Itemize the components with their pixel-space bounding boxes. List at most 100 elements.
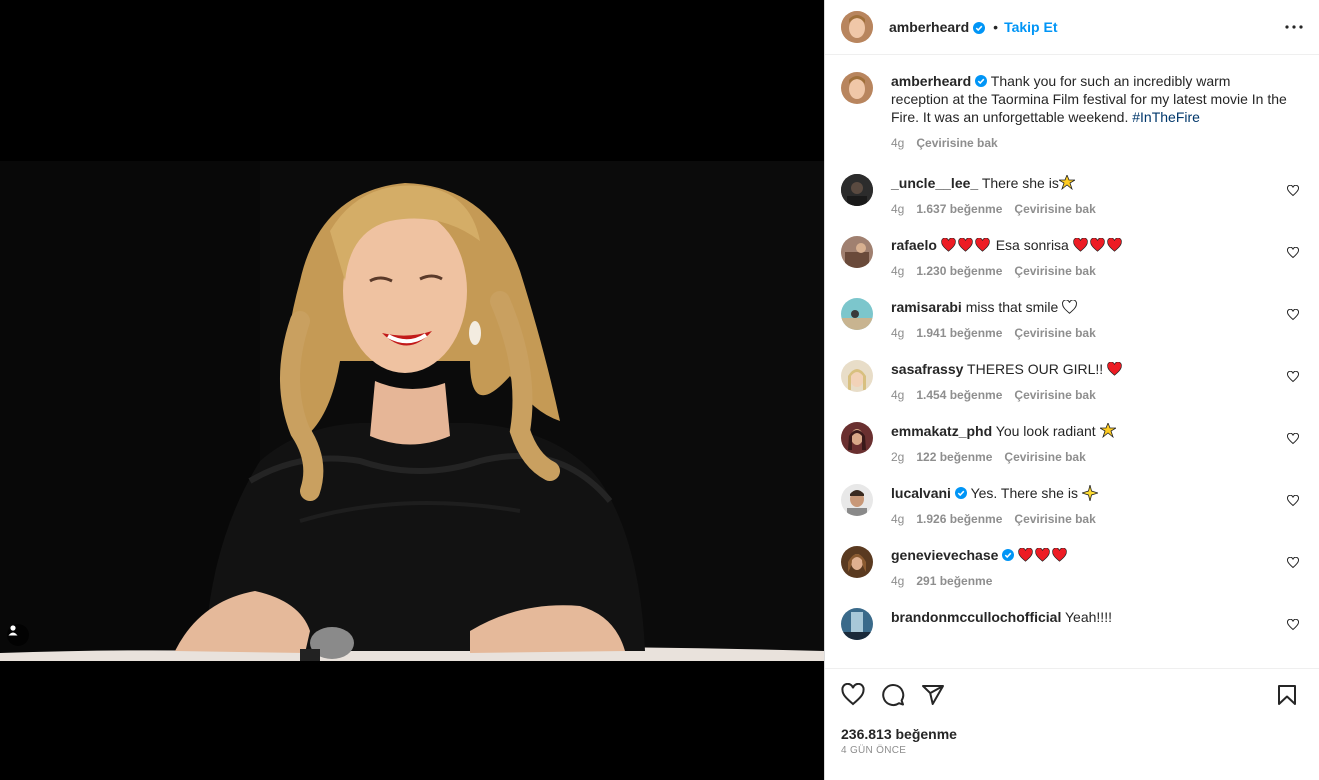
comment-item: _uncle__lee_ There she is 4g 1.637 beğenm… xyxy=(841,173,1303,218)
comment-text: THERES OUR GIRL!! xyxy=(967,361,1104,377)
comment-translate[interactable]: Çevirisine bak xyxy=(1014,386,1095,404)
comment-item: genevievechase 4g 291 beğenme xyxy=(841,546,1303,590)
heart-icon[interactable] xyxy=(1286,494,1300,507)
comment-text: There she is xyxy=(981,175,1059,191)
comments-list[interactable]: amberheard Thank you for such an incredi… xyxy=(825,56,1319,666)
author-avatar[interactable] xyxy=(841,11,873,43)
comment-username[interactable]: brandonmccullochofficial xyxy=(891,609,1061,625)
header-user: amberheard • Takip Et xyxy=(889,19,1057,35)
comment-translate[interactable]: Çevirisine bak xyxy=(1004,448,1085,466)
comment-time[interactable]: 4g xyxy=(891,572,904,590)
commenter-avatar[interactable] xyxy=(841,236,873,268)
comment-text: You look radiant xyxy=(995,423,1096,439)
heart-icon[interactable] xyxy=(841,682,865,707)
heart-icon[interactable] xyxy=(1286,184,1300,197)
save-icon[interactable] xyxy=(1275,683,1299,707)
more-icon[interactable] xyxy=(1283,16,1305,38)
follow-button[interactable]: Takip Et xyxy=(1004,19,1057,35)
comment-item: emmakatz_phd You look radiant 2g 122 beğe… xyxy=(841,421,1303,466)
comment-likes[interactable]: 122 beğenme xyxy=(916,448,992,466)
red-heart-emoji-icon xyxy=(941,237,956,252)
caption-username[interactable]: amberheard xyxy=(891,73,971,89)
comment-likes[interactable]: 1.454 beğenme xyxy=(916,386,1002,404)
comment-item: ramisarabi miss that smile 4g 1.941 beğen… xyxy=(841,298,1303,342)
comment-username[interactable]: genevievechase xyxy=(891,547,998,563)
commenter-avatar[interactable] xyxy=(841,298,873,330)
verified-icon xyxy=(975,73,988,87)
verified-icon xyxy=(1002,547,1015,561)
caption-time[interactable]: 4g xyxy=(891,134,904,152)
white-heart-emoji-icon xyxy=(1062,299,1078,314)
comment-text: miss that smile xyxy=(965,299,1059,315)
comment-translate[interactable]: Çevirisine bak xyxy=(1014,200,1095,218)
comment-translate[interactable]: Çevirisine bak xyxy=(1014,324,1095,342)
post-side-panel: amberheard • Takip Et amberheard Thank y… xyxy=(824,0,1319,780)
commenter-avatar[interactable] xyxy=(841,484,873,516)
comment-likes[interactable]: 1.230 beğenme xyxy=(916,262,1002,280)
comment-text: Yeah!!!! xyxy=(1065,609,1112,625)
author-avatar[interactable] xyxy=(841,72,873,104)
sparkle-emoji-icon xyxy=(1057,173,1077,191)
comment-translate[interactable]: Çevirisine bak xyxy=(1014,262,1095,280)
heart-icon[interactable] xyxy=(1286,246,1300,259)
share-icon[interactable] xyxy=(921,683,945,707)
heart-icon[interactable] xyxy=(1286,370,1300,383)
verified-icon xyxy=(973,21,986,34)
sparkles-emoji-icon xyxy=(1080,484,1100,502)
caption-translate[interactable]: Çevirisine bak xyxy=(916,134,997,152)
heart-icon[interactable] xyxy=(1286,618,1300,631)
post-caption: amberheard Thank you for such an incredi… xyxy=(841,72,1303,152)
comment-time[interactable]: 4g xyxy=(891,510,904,528)
comment-time[interactable]: 4g xyxy=(891,324,904,342)
commenter-avatar[interactable] xyxy=(841,546,873,578)
comment-username[interactable]: sasafrassy xyxy=(891,361,963,377)
action-icon-row xyxy=(841,682,945,707)
commenter-avatar[interactable] xyxy=(841,608,873,640)
commenter-avatar[interactable] xyxy=(841,360,873,392)
red-heart-emoji-icon xyxy=(1018,547,1034,562)
comment-item: rafaelo Esa sonrisa 4g 1.230 beğenme Çevir… xyxy=(841,236,1303,280)
post-actions: 236.813 beğenme 4 GÜN ÖNCE xyxy=(825,668,1319,780)
comment-username[interactable]: _uncle__lee_ xyxy=(891,175,978,191)
comment-time[interactable]: 4g xyxy=(891,386,904,404)
post-timestamp[interactable]: 4 GÜN ÖNCE xyxy=(841,745,906,756)
author-username[interactable]: amberheard xyxy=(889,19,969,35)
red-heart-emoji-icon xyxy=(1107,237,1122,252)
heart-icon[interactable] xyxy=(1286,308,1300,321)
red-heart-emoji-icon xyxy=(1107,361,1122,376)
post-header: amberheard • Takip Et xyxy=(825,0,1319,55)
red-heart-emoji-icon xyxy=(1073,237,1088,252)
comment-translate[interactable]: Çevirisine bak xyxy=(1014,510,1095,528)
caption-hashtag[interactable]: #InTheFire xyxy=(1132,109,1200,125)
post-media[interactable] xyxy=(0,0,824,780)
verified-icon xyxy=(954,485,967,499)
commenter-avatar[interactable] xyxy=(841,422,873,454)
comment-likes[interactable]: 291 beğenme xyxy=(916,572,992,590)
heart-icon[interactable] xyxy=(1286,556,1300,569)
likes-count[interactable]: 236.813 beğenme xyxy=(841,726,957,742)
comment-icon[interactable] xyxy=(881,683,905,707)
comment-username[interactable]: rafaelo xyxy=(891,237,937,253)
comment-text: Yes. There she is xyxy=(970,485,1078,501)
comment-time[interactable]: 2g xyxy=(891,448,904,466)
comment-likes[interactable]: 1.926 beğenme xyxy=(916,510,1002,528)
post-photo[interactable] xyxy=(0,161,824,661)
user-tag-icon[interactable] xyxy=(7,624,29,646)
heart-icon[interactable] xyxy=(1286,432,1300,445)
comment-item: sasafrassy THERES OUR GIRL!! 4g 1.454 beğ… xyxy=(841,360,1303,404)
comment-username[interactable]: lucalvani xyxy=(891,485,951,501)
red-heart-emoji-icon xyxy=(1035,547,1051,562)
red-heart-emoji-icon xyxy=(975,237,990,252)
comment-username[interactable]: emmakatz_phd xyxy=(891,423,992,439)
comment-username[interactable]: ramisarabi xyxy=(891,299,962,315)
commenter-avatar[interactable] xyxy=(841,174,873,206)
separator-dot: • xyxy=(993,19,999,35)
comment-text: Esa sonrisa xyxy=(995,237,1069,253)
red-heart-emoji-icon xyxy=(1090,237,1105,252)
comment-time[interactable]: 4g xyxy=(891,200,904,218)
comment-likes[interactable]: 1.637 beğenme xyxy=(916,200,1002,218)
sparkle-emoji-icon xyxy=(1098,421,1118,439)
comment-time[interactable]: 4g xyxy=(891,262,904,280)
comment-item: lucalvani Yes. There she is 4g 1.926 beğe… xyxy=(841,484,1303,528)
comment-likes[interactable]: 1.941 beğenme xyxy=(916,324,1002,342)
